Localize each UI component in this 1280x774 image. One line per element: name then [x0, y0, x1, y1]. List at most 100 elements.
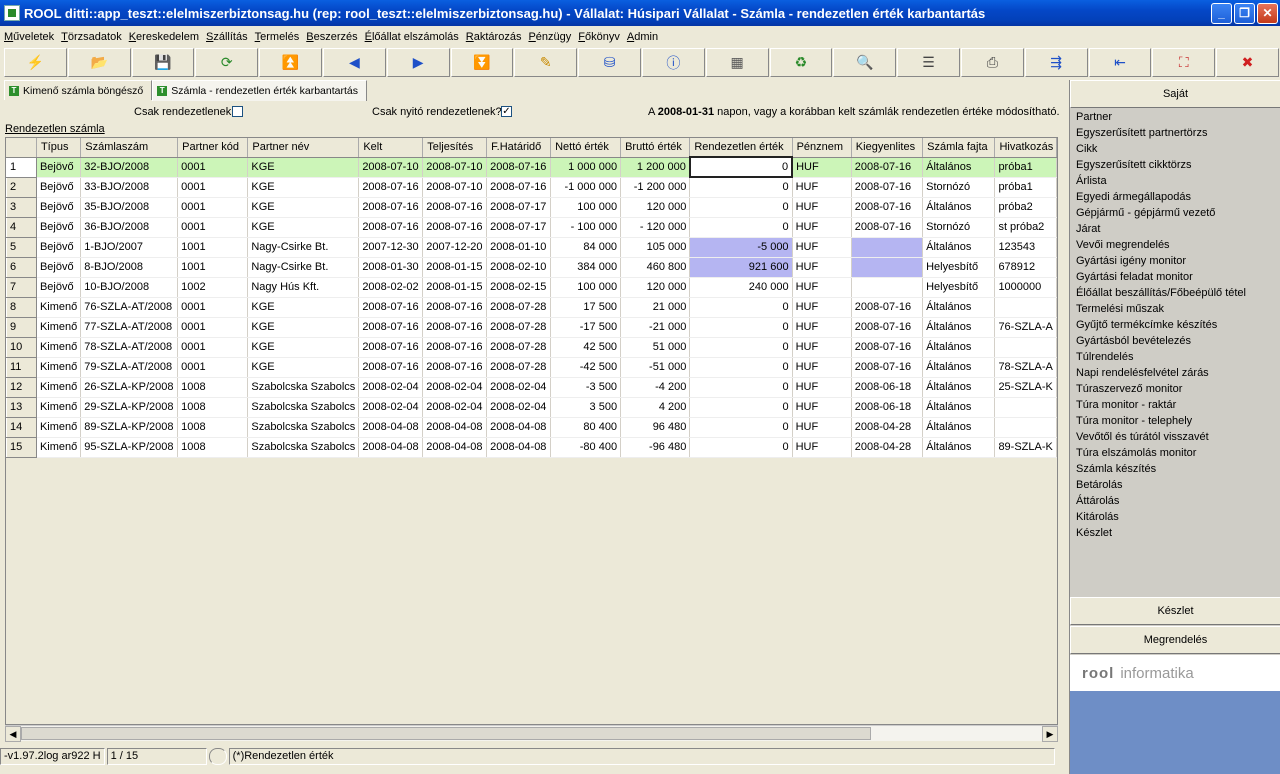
table-row[interactable]: 9 Kimenő 77-SZLA-AT/2008 0001 KGE 2008-07-16 2…	[6, 316, 1057, 338]
csak-rendezetlenek-checkbox[interactable]	[232, 106, 243, 117]
cell[interactable]: 1008	[177, 397, 249, 418]
cell[interactable]: 76-SZLA-AT/2008	[80, 297, 179, 318]
cell[interactable]: KGE	[247, 177, 360, 198]
shortcut-item[interactable]: Vevői megrendelés	[1072, 237, 1280, 253]
column-header-4[interactable]: Kelt	[358, 138, 424, 158]
table-row[interactable]: 15 Kimenő 95-SZLA-KP/2008 1008 Szabolcska Sz…	[6, 436, 1057, 458]
cell[interactable]: 460 800	[620, 257, 691, 278]
scroll-left-icon[interactable]: ◀	[5, 726, 21, 742]
shortcut-item[interactable]: Készlet	[1072, 525, 1280, 541]
cell[interactable]: 2008-07-16	[358, 357, 424, 378]
cell[interactable]: 26-SZLA-KP/2008	[80, 377, 179, 398]
shortcut-item[interactable]: Túraszervező monitor	[1072, 381, 1280, 397]
menu-item-9[interactable]: Főkönyv	[578, 31, 620, 43]
cell[interactable]: 0001	[177, 217, 249, 238]
cell[interactable]: 2008-07-28	[486, 317, 552, 338]
cell[interactable]: HUF	[792, 337, 852, 358]
table-row[interactable]: 5 Bejövő 1-BJO/2007 1001 Nagy-Csirke Bt. 2007…	[6, 236, 1057, 258]
cell[interactable]: 78-SZLA-AT/2008	[80, 337, 179, 358]
column-header-6[interactable]: F.Határidő	[486, 138, 552, 158]
cell[interactable]: 17 500	[550, 297, 622, 318]
cell[interactable]: -42 500	[550, 357, 622, 378]
cell[interactable]: 0	[689, 437, 793, 458]
cell[interactable]: 8-BJO/2008	[80, 257, 179, 278]
cell[interactable]: 2008-01-15	[422, 257, 488, 278]
cell[interactable]: 2008-02-10	[486, 257, 552, 278]
cell[interactable]: 0001	[177, 157, 249, 178]
cell[interactable]: HUF	[792, 397, 852, 418]
cell[interactable]: 2008-07-28	[486, 357, 552, 378]
megrendeles-button[interactable]: Megrendelés	[1070, 626, 1280, 654]
toolbar-button-4[interactable]: ⏫	[259, 48, 322, 77]
cell[interactable]: Kimenő	[36, 337, 82, 358]
cell[interactable]: Általános	[922, 357, 996, 378]
toolbar-button-9[interactable]: ⛁	[578, 48, 641, 77]
shortcut-item[interactable]: Napi rendelésfelvétel zárás	[1072, 365, 1280, 381]
cell[interactable]: 2008-07-28	[486, 297, 552, 318]
cell[interactable]: 2008-07-10	[358, 157, 424, 178]
horizontal-scrollbar[interactable]: ◀ ▶	[5, 725, 1058, 742]
row-number[interactable]: 4	[6, 216, 37, 238]
cell[interactable]: 2008-06-18	[851, 377, 924, 398]
table-row[interactable]: 14 Kimenő 89-SZLA-KP/2008 1008 Szabolcska Sz…	[6, 416, 1057, 438]
column-header-7[interactable]: Nettó érték	[550, 138, 622, 158]
cell[interactable]	[994, 417, 1057, 438]
cell[interactable]: Szabolcska Szabolcs	[247, 377, 360, 398]
cell[interactable]: 2008-07-16	[422, 337, 488, 358]
column-header-2[interactable]: Partner kód	[177, 138, 249, 158]
table-row[interactable]: 1 Bejövő 32-BJO/2008 0001 KGE 2008-07-10 2008-…	[6, 156, 1057, 178]
cell[interactable]: HUF	[792, 257, 852, 278]
toolbar-button-7[interactable]: ⏬	[450, 48, 514, 77]
cell[interactable]: 95-SZLA-KP/2008	[80, 437, 179, 458]
cell[interactable]: Általános	[922, 337, 996, 358]
tab-0[interactable]: T Kimenő számla böngésző	[4, 80, 153, 100]
shortcut-item[interactable]: Számla készítés	[1072, 461, 1280, 477]
table-row[interactable]: 12 Kimenő 26-SZLA-KP/2008 1008 Szabolcska Sz…	[6, 376, 1057, 398]
cell[interactable]: HUF	[792, 217, 852, 238]
cell[interactable]: 0	[689, 377, 793, 398]
toolbar-button-8[interactable]: ✎	[514, 48, 578, 77]
scroll-right-icon[interactable]: ▶	[1042, 726, 1058, 742]
cell[interactable]: 2008-07-16	[358, 177, 424, 198]
toolbar-button-1[interactable]: 📂	[67, 48, 131, 77]
shortcut-item[interactable]: Egyedi ármegállapodás	[1072, 189, 1280, 205]
shortcut-item[interactable]: Járat	[1072, 221, 1280, 237]
cell[interactable]: KGE	[247, 157, 360, 178]
cell[interactable]: -51 000	[620, 357, 691, 378]
shortcut-item[interactable]: Túra elszámolás monitor	[1072, 445, 1280, 461]
cell[interactable]: 89-SZLA-K	[994, 437, 1057, 458]
cell[interactable]: 1008	[177, 377, 249, 398]
cell[interactable]: Kimenő	[36, 377, 82, 398]
cell[interactable]: 678912	[994, 257, 1057, 278]
cell[interactable]: 21 000	[620, 297, 691, 318]
cell[interactable]: Általános	[922, 297, 996, 318]
shortcut-item[interactable]: Túra monitor - telephely	[1072, 413, 1280, 429]
menu-item-4[interactable]: Termelés	[255, 31, 300, 43]
cell[interactable]: 2008-02-04	[486, 377, 552, 398]
cell[interactable]: 29-SZLA-KP/2008	[80, 397, 179, 418]
close-window-button[interactable]: ✕	[1257, 2, 1278, 24]
cell[interactable]: 2008-04-08	[422, 437, 488, 458]
toolbar-button-12[interactable]: ♻	[769, 48, 833, 77]
shortcut-item[interactable]: Élőállat beszállítás/Főbeépülő tétel	[1072, 285, 1280, 301]
cell[interactable]: 0	[689, 337, 793, 358]
cell[interactable]: Általános	[922, 377, 996, 398]
row-number[interactable]: 15	[6, 436, 37, 458]
sajat-button[interactable]: Saját	[1070, 80, 1280, 108]
cell[interactable]: 120 000	[620, 277, 691, 298]
maximize-button[interactable]: ❐	[1234, 2, 1255, 24]
cell[interactable]: 2008-07-16	[851, 217, 924, 238]
cell[interactable]: 36-BJO/2008	[80, 217, 179, 238]
cell[interactable]: 0001	[177, 357, 249, 378]
cell[interactable]: Nagy-Csirke Bt.	[247, 257, 360, 278]
cell[interactable]: HUF	[792, 197, 852, 218]
cell[interactable]: 4 200	[620, 397, 691, 418]
row-number[interactable]: 13	[6, 396, 37, 418]
cell[interactable]: 0001	[177, 297, 249, 318]
toolbar-button-0[interactable]: ⚡	[4, 48, 67, 77]
cell[interactable]: 2008-01-10	[486, 237, 552, 258]
cell[interactable]: 2008-07-16	[851, 177, 924, 198]
cell[interactable]: 2008-07-16	[851, 337, 924, 358]
cell[interactable]: 0001	[177, 337, 249, 358]
cell[interactable]: HUF	[792, 157, 852, 178]
